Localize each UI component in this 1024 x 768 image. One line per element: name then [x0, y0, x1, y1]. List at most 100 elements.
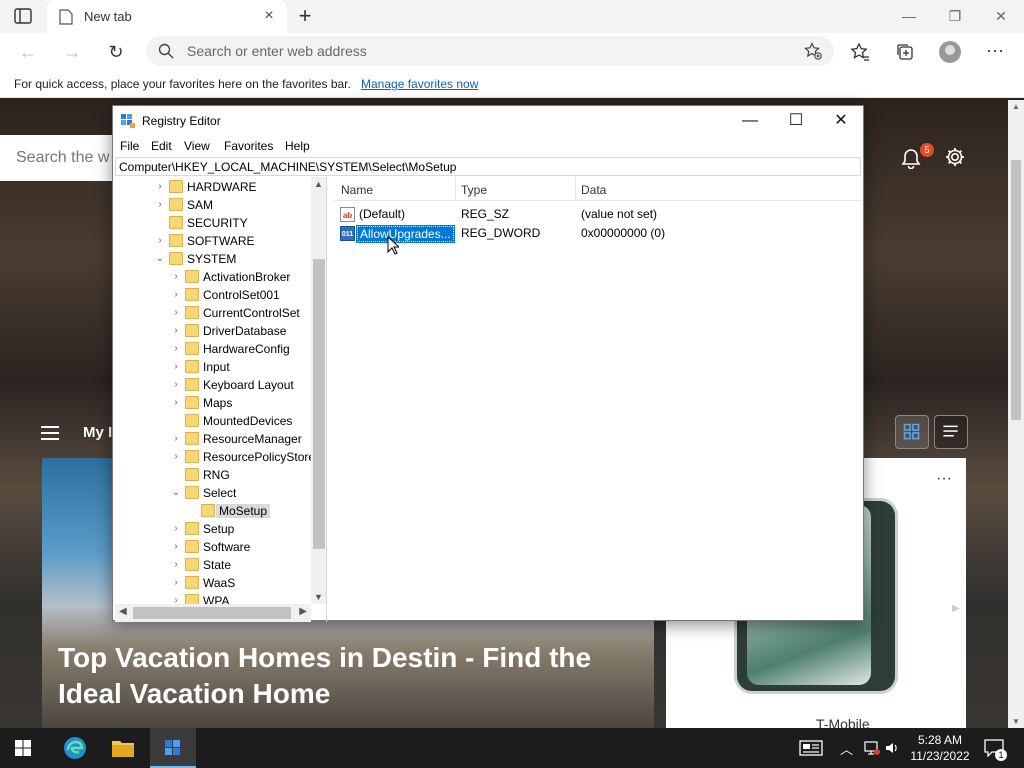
network-icon[interactable] [864, 740, 880, 756]
tree-horizontal-scrollbar[interactable]: ◀ ▶ [115, 604, 311, 622]
feed-menu-icon[interactable] [41, 426, 59, 440]
forward-arrow-icon[interactable]: → [61, 41, 83, 63]
news-widget-icon[interactable] [799, 740, 823, 756]
tree-node[interactable]: ⌄ Select [115, 484, 311, 502]
tree-node[interactable]: › HardwareConfig [115, 340, 311, 358]
expand-chevron-icon[interactable]: › [171, 451, 181, 463]
taskbar-edge[interactable] [52, 728, 98, 768]
tree-node[interactable]: › ResourceManager [115, 430, 311, 448]
tree-node[interactable]: › ControlSet001 [115, 286, 311, 304]
menu-edit[interactable]: Edit [151, 139, 172, 153]
manage-favorites-link[interactable]: Manage favorites now [361, 77, 478, 91]
tree-hscroll-thumb[interactable] [133, 607, 291, 619]
expand-chevron-icon[interactable]: › [171, 559, 181, 571]
restore-icon[interactable]: ❐ [945, 6, 965, 26]
minimize-icon[interactable]: — [899, 6, 919, 26]
menu-file[interactable]: File [120, 139, 139, 153]
tree-node[interactable]: › SAM [115, 196, 311, 214]
grid-view-button[interactable] [895, 415, 929, 449]
tree-node[interactable]: ⌄ SYSTEM [115, 250, 311, 268]
clock-time[interactable]: 5:28 AM [905, 733, 975, 747]
tree-scroll-thumb[interactable] [313, 259, 325, 549]
tree-scroll-right-icon[interactable]: ▶ [299, 606, 307, 617]
tree-node[interactable]: › ActivationBroker [115, 268, 311, 286]
tree-scroll-up-icon[interactable]: ▲ [314, 179, 323, 189]
column-name-header[interactable]: Name [341, 183, 373, 197]
expand-chevron-icon[interactable]: › [171, 343, 181, 355]
page-scroll-down-icon[interactable]: ▼ [1012, 717, 1020, 726]
regedit-minimize-icon[interactable]: — [739, 110, 761, 132]
page-scroll-up-icon[interactable]: ▲ [1012, 102, 1020, 111]
collections-icon[interactable] [895, 42, 915, 62]
regedit-titlebar[interactable]: Registry Editor — ☐ ✕ [113, 106, 863, 136]
tree-node[interactable]: › CurrentControlSet [115, 304, 311, 322]
tree-node[interactable]: › ResourcePolicyStore [115, 448, 315, 466]
tab-close-icon[interactable]: × [261, 8, 277, 24]
page-scrollbar[interactable]: ▲ ▼ [1008, 100, 1024, 728]
menu-view[interactable]: View [184, 139, 210, 153]
tree-node[interactable]: › Input [115, 358, 311, 376]
back-arrow-icon[interactable]: ← [17, 41, 39, 63]
expand-chevron-icon[interactable]: › [171, 541, 181, 553]
tab-new-tab[interactable]: New tab × [47, 0, 287, 33]
start-button[interactable] [0, 728, 46, 768]
tree-node[interactable]: › State [115, 556, 311, 574]
regedit-address-bar[interactable]: Computer\HKEY_LOCAL_MACHINE\SYSTEM\Selec… [115, 157, 861, 176]
close-window-icon[interactable]: ✕ [991, 6, 1011, 26]
tree-node[interactable]: › Maps [115, 394, 311, 412]
notifications-bell-icon[interactable] [900, 147, 922, 169]
new-tab-button[interactable]: + [294, 5, 316, 28]
tree-node[interactable]: › DriverDatabase [115, 322, 311, 340]
tree-node[interactable]: RNG [115, 466, 311, 484]
expand-chevron-icon[interactable]: › [155, 199, 165, 211]
regedit-close-icon[interactable]: ✕ [830, 110, 852, 132]
tree-node[interactable]: › Setup [115, 520, 311, 538]
tree-node[interactable]: › HARDWARE [115, 178, 311, 196]
tree-node[interactable]: MoSetup [115, 502, 311, 520]
expand-chevron-icon[interactable]: › [171, 307, 181, 319]
list-view-button[interactable] [934, 415, 968, 449]
column-data-header[interactable]: Data [581, 183, 606, 197]
more-options-icon[interactable]: ··· [984, 39, 1006, 61]
page-scroll-thumb[interactable] [1011, 160, 1021, 420]
expand-chevron-icon[interactable]: › [171, 397, 181, 409]
tree-node[interactable]: › Software [115, 538, 311, 556]
column-divider[interactable] [575, 177, 576, 201]
collapse-chevron-icon[interactable]: ⌄ [171, 487, 181, 499]
expand-chevron-icon[interactable]: › [155, 235, 165, 247]
menu-favorites[interactable]: Favorites [224, 139, 273, 153]
page-settings-gear-icon[interactable] [944, 146, 966, 168]
refresh-icon[interactable]: ↻ [105, 41, 127, 63]
tree-node[interactable]: › WaaS [115, 574, 311, 592]
taskbar-file-explorer[interactable] [100, 728, 146, 768]
regedit-maximize-icon[interactable]: ☐ [785, 110, 807, 132]
tree-node[interactable]: › SOFTWARE [115, 232, 311, 250]
expand-chevron-icon[interactable]: › [171, 523, 181, 535]
expand-chevron-icon[interactable]: › [171, 577, 181, 589]
expand-chevron-icon[interactable]: › [155, 181, 165, 193]
tree-node[interactable]: › Keyboard Layout [115, 376, 311, 394]
add-favorite-icon[interactable] [804, 42, 822, 60]
address-bar[interactable]: Search or enter web address [146, 36, 834, 66]
collapse-chevron-icon[interactable]: ⌄ [155, 253, 165, 265]
tree-scroll-down-icon[interactable]: ▼ [314, 592, 323, 602]
profile-avatar[interactable] [939, 41, 961, 63]
tree-node[interactable]: SECURITY [115, 214, 311, 232]
column-type-header[interactable]: Type [461, 183, 487, 197]
favorites-icon[interactable] [850, 42, 870, 62]
tray-overflow-chevron-icon[interactable]: ︿ [840, 739, 853, 758]
my-feed-label[interactable]: My I [83, 424, 112, 441]
registry-value-row[interactable]: 011 AllowUpgrades... REG_DWORD 0x00000000 (… [334, 224, 862, 243]
tree-node[interactable]: MountedDevices [115, 412, 311, 430]
volume-icon[interactable] [884, 740, 900, 756]
column-divider[interactable] [455, 177, 456, 201]
expand-chevron-icon[interactable]: › [171, 433, 181, 445]
expand-chevron-icon[interactable]: › [171, 379, 181, 391]
tree-vertical-scrollbar[interactable]: ▲ ▼ [311, 177, 326, 604]
clock-date[interactable]: 11/23/2022 [905, 749, 975, 763]
expand-chevron-icon[interactable]: › [171, 271, 181, 283]
taskbar-registry-editor[interactable] [150, 728, 196, 768]
tree-scroll-left-icon[interactable]: ◀ [119, 606, 127, 617]
expand-chevron-icon[interactable]: › [171, 361, 181, 373]
menu-help[interactable]: Help [285, 139, 310, 153]
